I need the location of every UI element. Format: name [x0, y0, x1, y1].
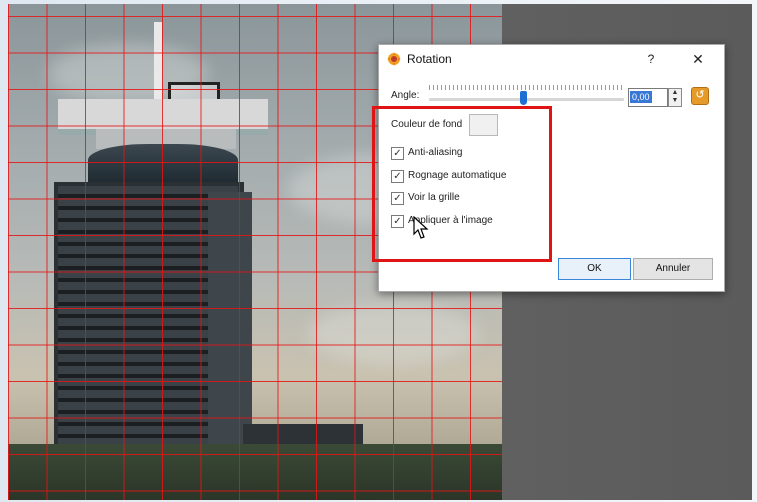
cancel-button[interactable]: Annuler: [633, 258, 713, 280]
rotation-app-icon: [387, 52, 401, 66]
angle-slider-thumb[interactable]: [520, 91, 527, 105]
dialog-titlebar[interactable]: Rotation ? ✕: [379, 45, 724, 73]
mouse-pointer-icon: [413, 216, 429, 239]
dialog-title: Rotation: [407, 52, 452, 66]
angle-value: 0,00: [630, 91, 652, 103]
angle-label: Angle:: [391, 90, 420, 101]
close-button[interactable]: ✕: [687, 50, 709, 68]
angle-input[interactable]: 0,00: [628, 88, 668, 107]
angle-spin-arrows[interactable]: ▲ ▼: [668, 88, 682, 107]
red-highlight-box: [372, 106, 552, 262]
ok-button[interactable]: OK: [558, 258, 631, 280]
angle-slider-ticks: [429, 85, 624, 90]
reset-circle-arrow-icon[interactable]: ↺: [691, 87, 709, 105]
help-button[interactable]: ?: [641, 50, 661, 68]
